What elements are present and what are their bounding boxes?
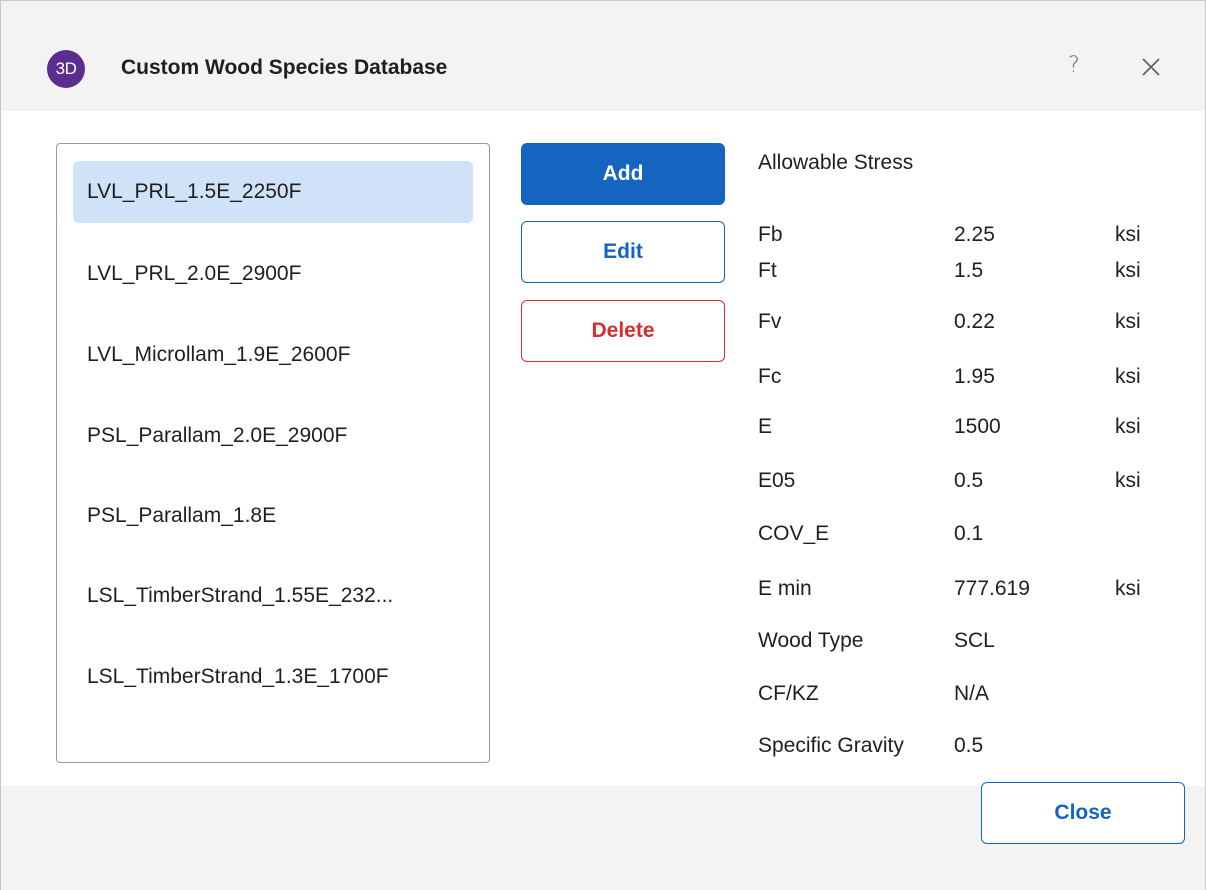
property-value: 0.22 xyxy=(954,310,995,333)
property-name: Fb xyxy=(758,223,783,246)
property-value: 1.5 xyxy=(954,259,984,282)
property-name: E05 xyxy=(758,469,796,492)
property-row-cf-kz: CF/KZ N/A xyxy=(758,682,1178,722)
property-value: 1.95 xyxy=(954,365,995,388)
property-name: CF/KZ xyxy=(758,682,819,705)
species-list-item[interactable]: PSL_Parallam_2.0E_2900F xyxy=(73,405,473,467)
property-row-fb: Fb 2.25 ksi xyxy=(758,223,1178,263)
title-bar: 3D Custom Wood Species Database ? xyxy=(1,1,1205,111)
property-unit: ksi xyxy=(1115,259,1141,282)
property-name: Ft xyxy=(758,259,777,282)
property-unit: ksi xyxy=(1115,223,1141,246)
property-row-ft: Ft 1.5 ksi xyxy=(758,259,1178,299)
property-unit: ksi xyxy=(1115,365,1141,388)
edit-button[interactable]: Edit xyxy=(521,221,725,283)
species-list-item[interactable]: PSL_Parallam_1.8E xyxy=(73,485,473,547)
property-name: Specific Gravity xyxy=(758,734,904,757)
property-unit: ksi xyxy=(1115,577,1141,600)
species-list-item[interactable]: LVL_PRL_2.0E_2900F xyxy=(73,243,473,305)
property-row-fc: Fc 1.95 ksi xyxy=(758,365,1178,405)
property-value: 1500 xyxy=(954,415,1001,438)
property-unit: ksi xyxy=(1115,310,1141,333)
allowable-stress-header: Allowable Stress xyxy=(758,151,914,174)
property-value: 0.1 xyxy=(954,522,984,545)
property-unit: ksi xyxy=(1115,469,1141,492)
property-value: 2.25 xyxy=(954,223,995,246)
property-row-wood-type: Wood Type SCL xyxy=(758,629,1178,669)
property-name: Fc xyxy=(758,365,782,388)
close-icon xyxy=(1142,58,1160,76)
property-name: Fv xyxy=(758,310,782,333)
property-unit: ksi xyxy=(1115,415,1141,438)
custom-wood-species-dialog: 3D Custom Wood Species Database ? LVL_PR… xyxy=(0,0,1206,890)
species-list[interactable]: LVL_PRL_1.5E_2250F LVL_PRL_2.0E_2900F LV… xyxy=(56,143,490,763)
property-value: 0.5 xyxy=(954,469,984,492)
species-list-item[interactable]: LVL_PRL_1.5E_2250F xyxy=(73,161,473,223)
property-name: E min xyxy=(758,577,812,600)
property-row-e05: E05 0.5 ksi xyxy=(758,469,1178,509)
property-row-specific-gravity: Specific Gravity 0.5 xyxy=(758,734,1178,774)
close-window-button[interactable] xyxy=(1133,49,1169,85)
property-name: E xyxy=(758,415,773,438)
add-button[interactable]: Add xyxy=(521,143,725,205)
property-value: SCL xyxy=(954,629,995,652)
property-row-fv: Fv 0.22 ksi xyxy=(758,310,1178,350)
property-value: N/A xyxy=(954,682,990,705)
property-row-cov-e: COV_E 0.1 xyxy=(758,522,1178,562)
delete-button[interactable]: Delete xyxy=(521,300,725,362)
property-value: 0.5 xyxy=(954,734,984,757)
property-name: COV_E xyxy=(758,522,830,545)
property-row-e-min: E min 777.619 ksi xyxy=(758,577,1178,617)
species-list-item[interactable]: LVL_Microllam_1.9E_2600F xyxy=(73,324,473,386)
property-value: 777.619 xyxy=(954,577,1030,600)
close-button[interactable]: Close xyxy=(981,782,1185,844)
species-list-item[interactable]: LSL_TimberStrand_1.3E_1700F xyxy=(73,646,473,708)
species-list-item[interactable]: LSL_TimberStrand_1.55E_232... xyxy=(73,565,473,627)
help-button[interactable]: ? xyxy=(1059,48,1089,84)
dialog-title: Custom Wood Species Database xyxy=(121,56,448,79)
app-logo-icon: 3D xyxy=(47,50,85,88)
property-row-e: E 1500 ksi xyxy=(758,415,1178,455)
property-name: Wood Type xyxy=(758,629,864,652)
